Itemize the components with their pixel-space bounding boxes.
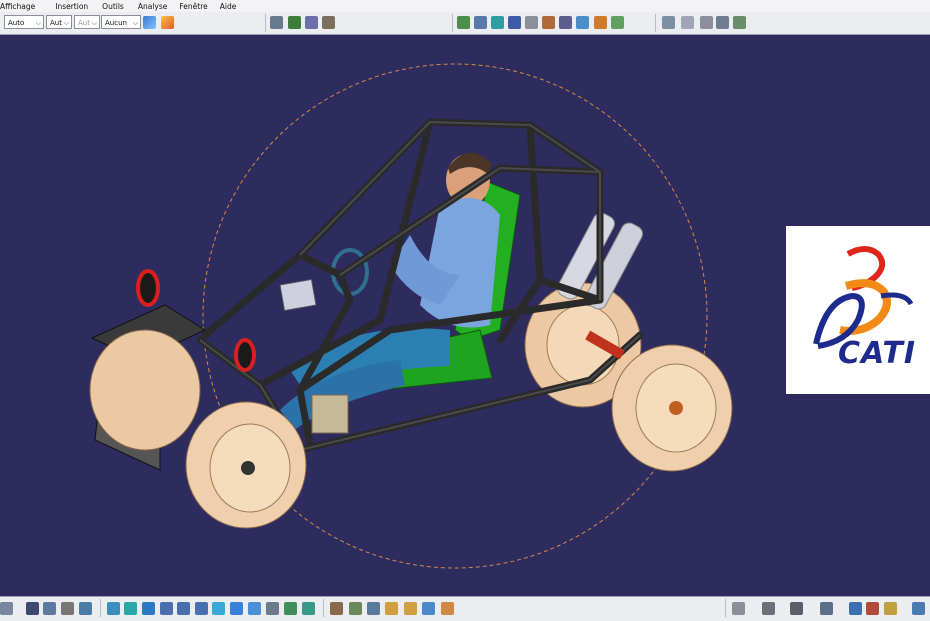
structure-icon[interactable] [305,16,318,29]
fix-icon[interactable] [542,16,555,29]
3d-icon[interactable] [820,602,833,615]
annotation-icon[interactable] [733,16,746,29]
layer-value: Aucun [105,19,127,27]
toolbar-separator [100,599,101,617]
layers-icon[interactable] [912,602,925,615]
clash-check-icon[interactable] [349,602,362,615]
layer-select[interactable]: Aucun ⌵ [101,15,141,29]
menu-outils[interactable]: Outils [102,2,124,11]
menu-insertion[interactable]: Insertion [55,2,88,11]
sectioning-icon[interactable] [367,602,380,615]
line-type-select[interactable]: Auto ⌵ [4,15,44,29]
angle-icon[interactable] [525,16,538,29]
grid-icon[interactable] [762,602,775,615]
dashboard-box [279,278,317,312]
product-icon[interactable] [270,16,283,29]
hide-show-icon[interactable] [248,602,261,615]
toolbar-separator [452,14,453,32]
view-mode-icon[interactable] [230,602,243,615]
clash-icon[interactable] [700,16,713,29]
capture-icon[interactable] [61,602,74,615]
update-icon[interactable] [576,16,589,29]
insert-component-icon[interactable] [322,16,335,29]
explode-icon[interactable] [330,602,343,615]
3d-viewport[interactable]: CATI [0,35,930,596]
measure-icon[interactable] [611,16,624,29]
rotate-free-icon[interactable] [422,602,435,615]
toolbar-separator [725,599,726,617]
headlight-right [234,338,256,372]
manipulate-icon[interactable] [284,602,297,615]
inertia-bottom-icon[interactable] [884,602,897,615]
normal-view-icon[interactable] [195,602,208,615]
fit-all-icon[interactable] [107,602,120,615]
point-type-value: Aut [78,19,90,27]
inertia-icon[interactable] [681,16,694,29]
painter-icon[interactable] [161,16,174,29]
zoom-out-icon[interactable] [177,602,190,615]
reuse-icon[interactable] [594,16,607,29]
render-icon[interactable] [26,602,39,615]
offset-icon[interactable] [508,16,521,29]
battery [311,394,349,434]
toolbar-separator [265,14,266,32]
tools-icon[interactable] [441,602,454,615]
contact-icon[interactable] [491,16,504,29]
headlight-left [136,269,160,307]
sketch-icon[interactable] [732,602,745,615]
menu-aide[interactable]: Aide [220,2,237,11]
line-type-value: Auto [8,19,25,27]
view-icon[interactable] [0,602,13,615]
line-weight-value: Aut [50,19,62,27]
bottom-toolbar [0,596,930,621]
section-icon[interactable] [716,16,729,29]
chevron-down-icon: ⌵ [63,19,69,27]
graphic-properties-icon[interactable] [143,16,156,29]
menu-fenetre[interactable]: Fenêtre [179,2,207,11]
measure-between-icon[interactable] [849,602,862,615]
chevron-down-icon: ⌵ [132,19,138,27]
zoom-in-icon[interactable] [160,602,173,615]
compass-icon[interactable] [790,602,803,615]
point-type-select[interactable]: Aut ⌵ [74,15,100,29]
distance-icon[interactable] [385,602,398,615]
chevron-down-icon: ⌵ [35,19,41,27]
rotate-icon[interactable] [142,602,155,615]
measure-item-bottom-icon[interactable] [866,602,879,615]
catia-logo: CATI [786,226,930,394]
toolbar-separator [655,14,656,32]
filter-icon[interactable] [79,602,92,615]
chevron-down-icon: ⌵ [91,19,97,27]
menu-affichage[interactable]: Affichage [0,2,35,11]
constraint-icon[interactable] [457,16,470,29]
line-weight-select[interactable]: Aut ⌵ [46,15,72,29]
menu-analyse[interactable]: Analyse [138,2,168,11]
wheel-front-left [89,329,201,451]
snap-icon[interactable] [302,602,315,615]
top-toolbar: Auto ⌵ Aut ⌵ Aut ⌵ Aucun ⌵ [0,12,930,35]
scenes-icon[interactable] [404,602,417,615]
measure-item-icon[interactable] [662,16,675,29]
fix-together-icon[interactable] [559,16,572,29]
quick-view-icon[interactable] [212,602,225,615]
tree-icon[interactable] [43,602,56,615]
swap-icon[interactable] [266,602,279,615]
toolbar-separator [323,599,324,617]
catalog-icon[interactable] [288,16,301,29]
logo-brand-text: CATI [838,336,916,371]
coincidence-icon[interactable] [474,16,487,29]
pan-icon[interactable] [124,602,137,615]
